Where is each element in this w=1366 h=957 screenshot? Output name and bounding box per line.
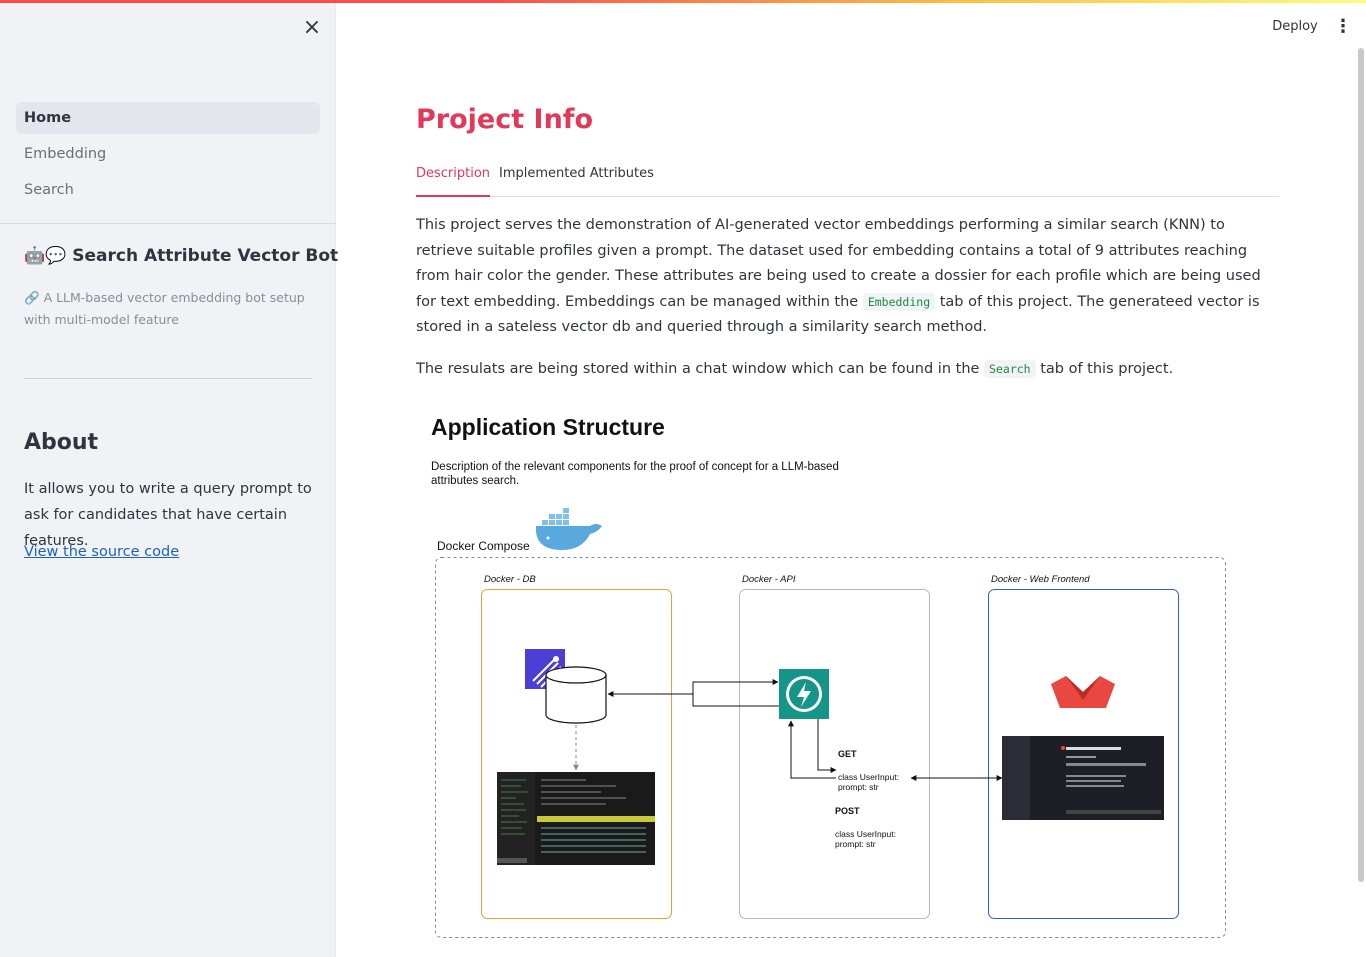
docker-compose-label: Docker Compose bbox=[437, 539, 530, 553]
source-code-link[interactable]: View the source code bbox=[24, 544, 179, 560]
deploy-button[interactable]: Deploy bbox=[1266, 14, 1324, 40]
get-field-label: prompt: str bbox=[838, 782, 879, 792]
results-paragraph: The resulats are being stored within a c… bbox=[416, 357, 1282, 383]
post-class-label: class UserInput: bbox=[835, 829, 896, 839]
top-decoration-stripe bbox=[0, 0, 1366, 3]
embedding-code: Embedding bbox=[862, 292, 936, 311]
bot-title-text: Search Attribute Vector Bot bbox=[72, 246, 339, 266]
sidebar-item-home[interactable]: Home bbox=[16, 102, 320, 134]
bot-description-text: A LLM-based vector embedding bot setup w… bbox=[24, 290, 305, 327]
web-frontend-screenshot bbox=[1002, 736, 1164, 820]
docker-db-label: Docker - DB bbox=[484, 574, 536, 585]
robot-chat-icon: 🤖💬 bbox=[24, 246, 67, 266]
description-paragraph: This project serves the demonstration of… bbox=[416, 213, 1282, 341]
tab-description[interactable]: Description bbox=[416, 166, 491, 197]
results-text-2: tab of this project. bbox=[1040, 361, 1174, 377]
docker-icon bbox=[536, 508, 602, 550]
sidebar: × Home Embedding Search 🤖💬 Search Attrib… bbox=[0, 0, 338, 957]
get-class-label: class UserInput: bbox=[838, 772, 899, 782]
tab-bar: Description Implemented Attributes bbox=[416, 160, 1279, 197]
fastapi-icon bbox=[779, 669, 829, 719]
scrollbar[interactable] bbox=[1358, 48, 1364, 882]
db-cli-screenshot bbox=[497, 772, 655, 865]
database-icon bbox=[545, 666, 607, 724]
docker-web-label: Docker - Web Frontend bbox=[991, 574, 1090, 585]
get-label: GET bbox=[838, 749, 857, 759]
tab-implemented-attributes[interactable]: Implemented Attributes bbox=[499, 166, 654, 197]
diagram-title: Application Structure bbox=[431, 414, 665, 440]
bot-description: 🔗 A LLM-based vector embedding bot setup… bbox=[24, 287, 314, 331]
sidebar-nav: Home Embedding Search bbox=[16, 102, 320, 210]
close-sidebar-button[interactable]: × bbox=[300, 16, 324, 40]
link-icon: 🔗 bbox=[24, 290, 40, 305]
search-code: Search bbox=[984, 360, 1036, 378]
sidebar-nav-divider bbox=[0, 223, 336, 224]
sidebar-divider bbox=[24, 378, 312, 379]
docker-api-label: Docker - API bbox=[742, 574, 796, 585]
post-field-label: prompt: str bbox=[835, 839, 876, 849]
application-structure-diagram: Application Structure Description of the… bbox=[416, 400, 1246, 957]
sidebar-item-search[interactable]: Search bbox=[16, 174, 320, 206]
results-text-1: The resulats are being stored within a c… bbox=[416, 361, 980, 377]
sidebar-item-embedding[interactable]: Embedding bbox=[16, 138, 320, 170]
page-title: Project Info bbox=[416, 104, 594, 135]
about-heading: About bbox=[24, 430, 99, 455]
streamlit-icon bbox=[1051, 676, 1115, 708]
diagram-subtitle: Description of the relevant components f… bbox=[431, 461, 839, 487]
about-text: It allows you to write a query prompt to… bbox=[24, 481, 312, 549]
main-menu-icon[interactable]: ⋮ bbox=[1333, 14, 1353, 40]
post-label: POST bbox=[835, 806, 860, 816]
bot-title: 🤖💬 Search Attribute Vector Bot bbox=[24, 246, 338, 266]
